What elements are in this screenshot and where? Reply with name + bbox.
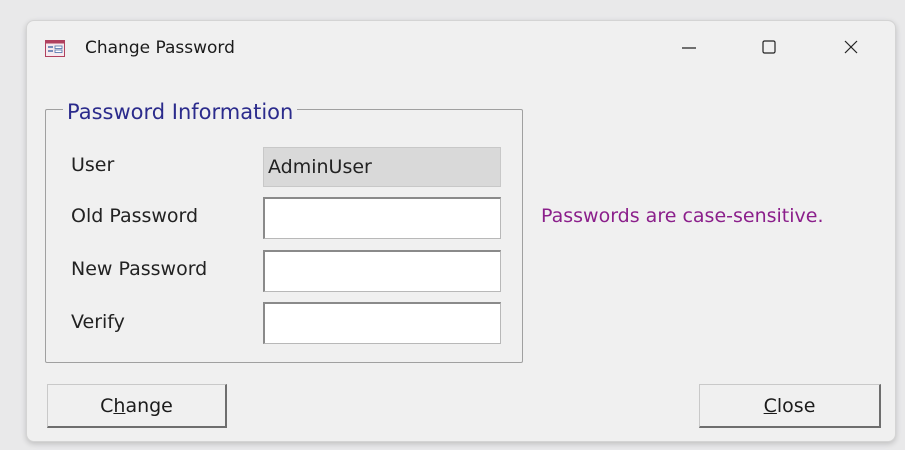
minimize-button[interactable] (667, 29, 711, 69)
old-password-label: Old Password (71, 205, 199, 227)
close-button[interactable]: Close (699, 384, 881, 428)
group-legend: Password Information (63, 100, 298, 124)
change-label-post: ange (125, 394, 173, 417)
close-window-button[interactable] (829, 29, 873, 69)
new-password-field[interactable] (263, 250, 501, 292)
title-bar: Change Password (27, 21, 895, 79)
change-password-dialog: Change Password Password Information Use… (26, 20, 896, 442)
change-button[interactable]: Ch ange (47, 384, 227, 428)
change-label-pre: C (100, 394, 114, 417)
minimize-icon (681, 39, 697, 59)
verify-label: Verify (71, 311, 125, 333)
change-accelerator: h (113, 394, 126, 417)
close-label-post: lose (776, 394, 816, 417)
maximize-icon (761, 39, 777, 59)
old-password-field[interactable] (263, 197, 501, 239)
case-sensitive-hint: Passwords are case-sensitive. (541, 205, 824, 227)
verify-password-field[interactable] (263, 302, 501, 344)
new-password-label: New Password (71, 258, 208, 280)
maximize-button[interactable] (747, 29, 791, 69)
form-icon (45, 40, 65, 57)
user-field: AdminUser (263, 147, 501, 187)
window-title: Change Password (85, 38, 235, 58)
close-icon (843, 39, 859, 59)
close-accelerator: C (763, 394, 777, 417)
user-label: User (71, 154, 115, 176)
